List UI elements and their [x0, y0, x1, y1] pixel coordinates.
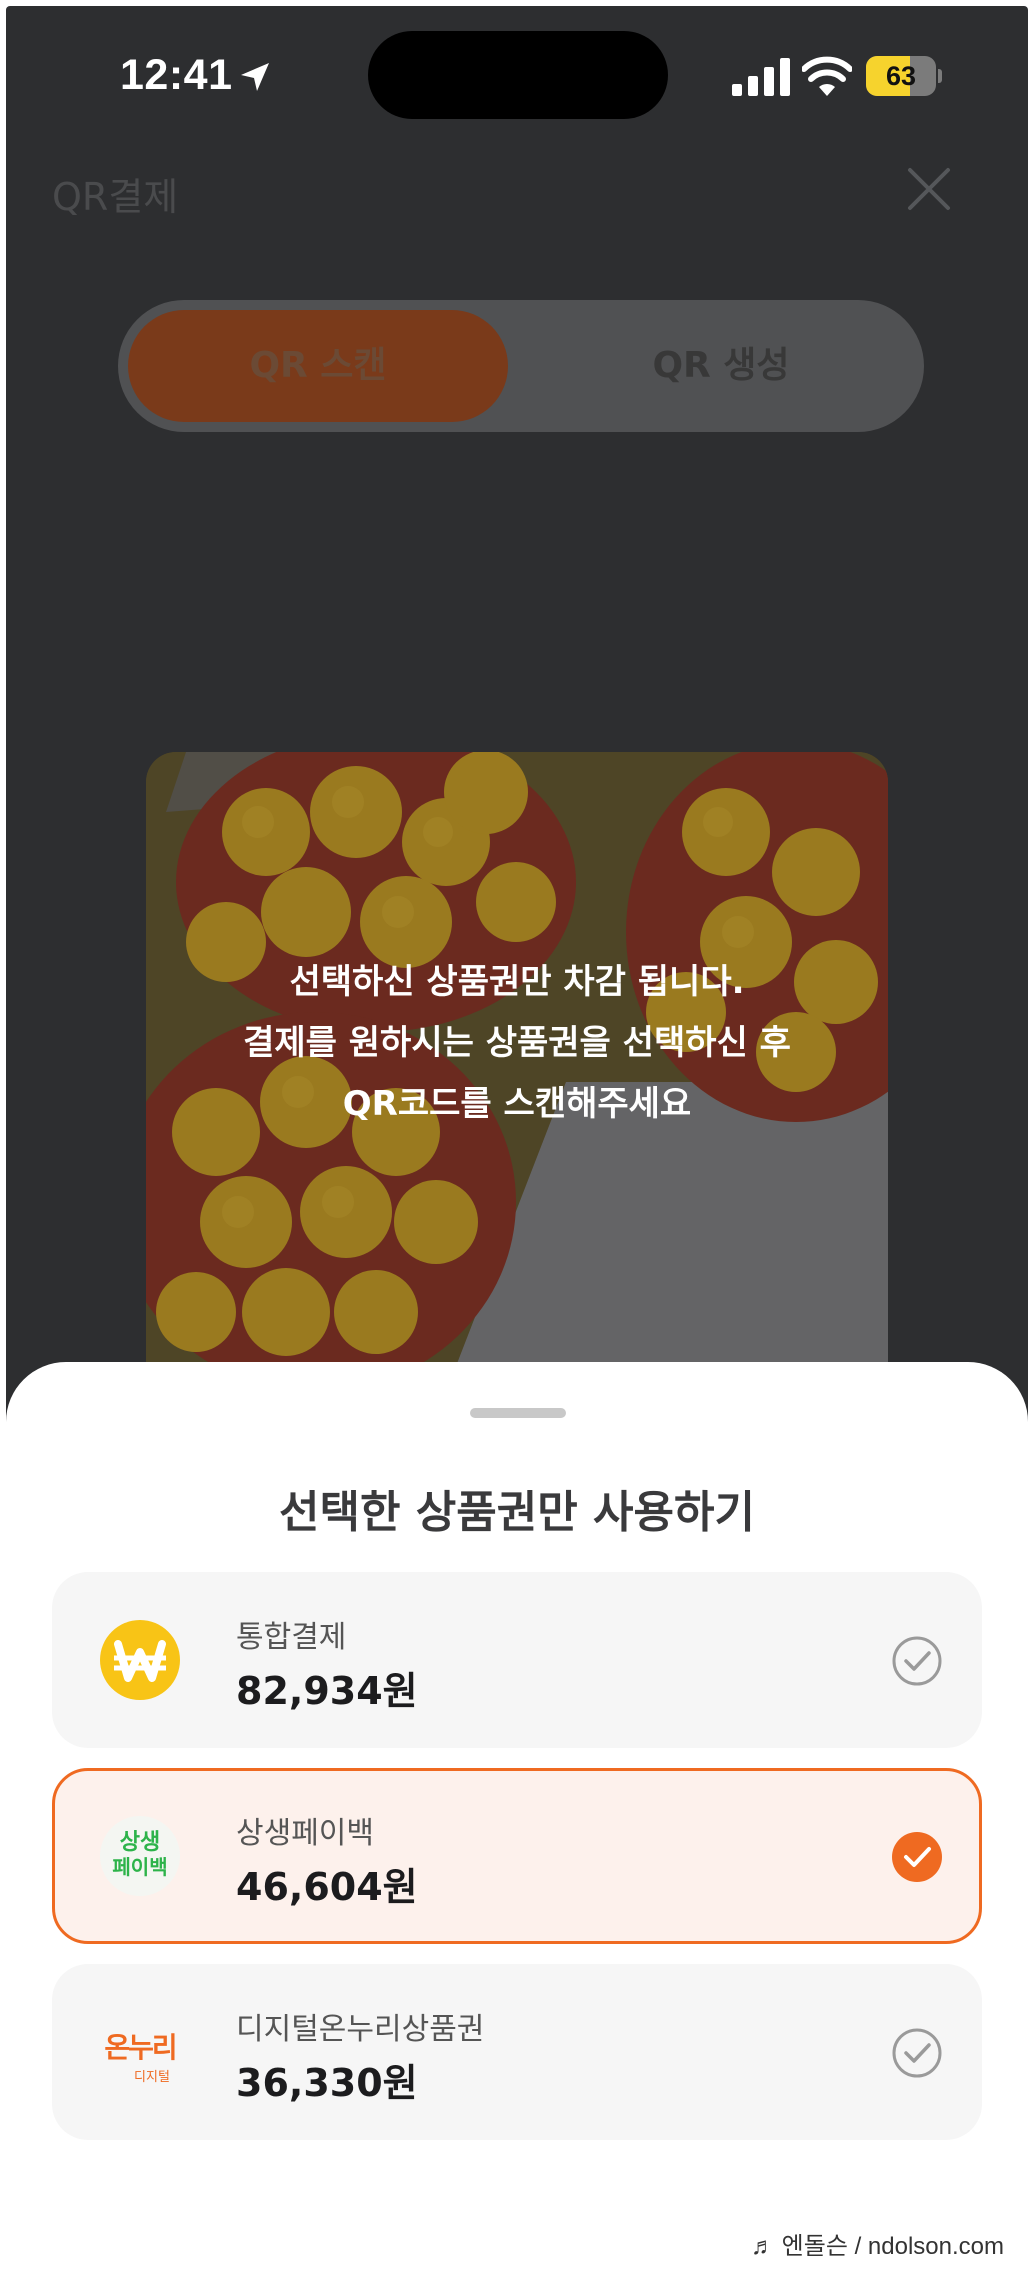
battery-percent: 63 — [885, 61, 917, 91]
wifi-icon — [802, 56, 852, 96]
sheet-grabber[interactable] — [470, 1408, 566, 1418]
close-icon[interactable] — [906, 166, 952, 212]
page-title: QR결제 — [52, 175, 179, 219]
battery-indicator: 63 — [866, 56, 942, 96]
sheet-title: 선택한 상품권만 사용하기 — [279, 1487, 755, 1538]
check-circle-icon[interactable] — [892, 2028, 942, 2078]
won-coin-icon — [100, 1620, 180, 1700]
scanner-instruction: 선택하신 상품권만 차감 됩니다. 결제를 원하시는 상품권을 선택하신 후 Q… — [146, 952, 888, 1135]
voucher-name: 상생페이백 — [236, 1816, 374, 1851]
location-arrow-icon — [241, 63, 269, 91]
qr-scanner-viewfinder: 선택하신 상품권만 차감 됩니다. 결제를 원하시는 상품권을 선택하신 후 Q… — [146, 752, 888, 1392]
instruction-line-3: QR코드를 스캔해주세요 — [342, 1084, 692, 1124]
voucher-amount: 82,934원 — [236, 1669, 418, 1713]
dynamic-island — [368, 31, 668, 119]
voucher-amount: 46,604원 — [236, 1865, 418, 1909]
voucher-card-integrated[interactable]: 통합결제 82,934원 — [52, 1572, 982, 1748]
instruction-line-1: 선택하신 상품권만 차감 됩니다. — [289, 962, 745, 1002]
tab-qr-scan[interactable]: QR 스캔 — [128, 310, 508, 422]
check-circle-filled-icon[interactable] — [892, 1832, 942, 1882]
voucher-card-paybag[interactable]: 상생 페이백 상생페이백 46,604원 — [52, 1768, 982, 1944]
sangsaeng-paybag-logo: 상생 페이백 — [100, 1816, 180, 1896]
voucher-name: 디지털온누리상품권 — [236, 2012, 485, 2047]
instruction-line-2: 결제를 원하시는 상품권을 선택하신 후 — [243, 1023, 791, 1063]
cellular-signal-icon — [732, 58, 790, 96]
voucher-amount: 36,330원 — [236, 2061, 418, 2105]
watermark: ♬ 엔돌슨 / ndolson.com — [751, 2233, 1004, 2260]
voucher-select-sheet: 선택한 상품권만 사용하기 통합결제 82,934원 상생 페이백 상생페이백 … — [6, 1362, 1028, 2282]
tab-qr-generate[interactable]: QR 생성 — [528, 310, 914, 422]
voucher-name: 통합결제 — [236, 1620, 347, 1655]
check-circle-icon[interactable] — [892, 1636, 942, 1686]
status-time: 12:41 — [120, 51, 233, 99]
onnuri-logo: 온누리 디지털 — [104, 2031, 177, 2085]
qr-mode-toggle: QR 스캔 QR 생성 — [118, 300, 924, 432]
voucher-card-onnuri[interactable]: 온누리 디지털 디지털온누리상품권 36,330원 — [52, 1964, 982, 2140]
